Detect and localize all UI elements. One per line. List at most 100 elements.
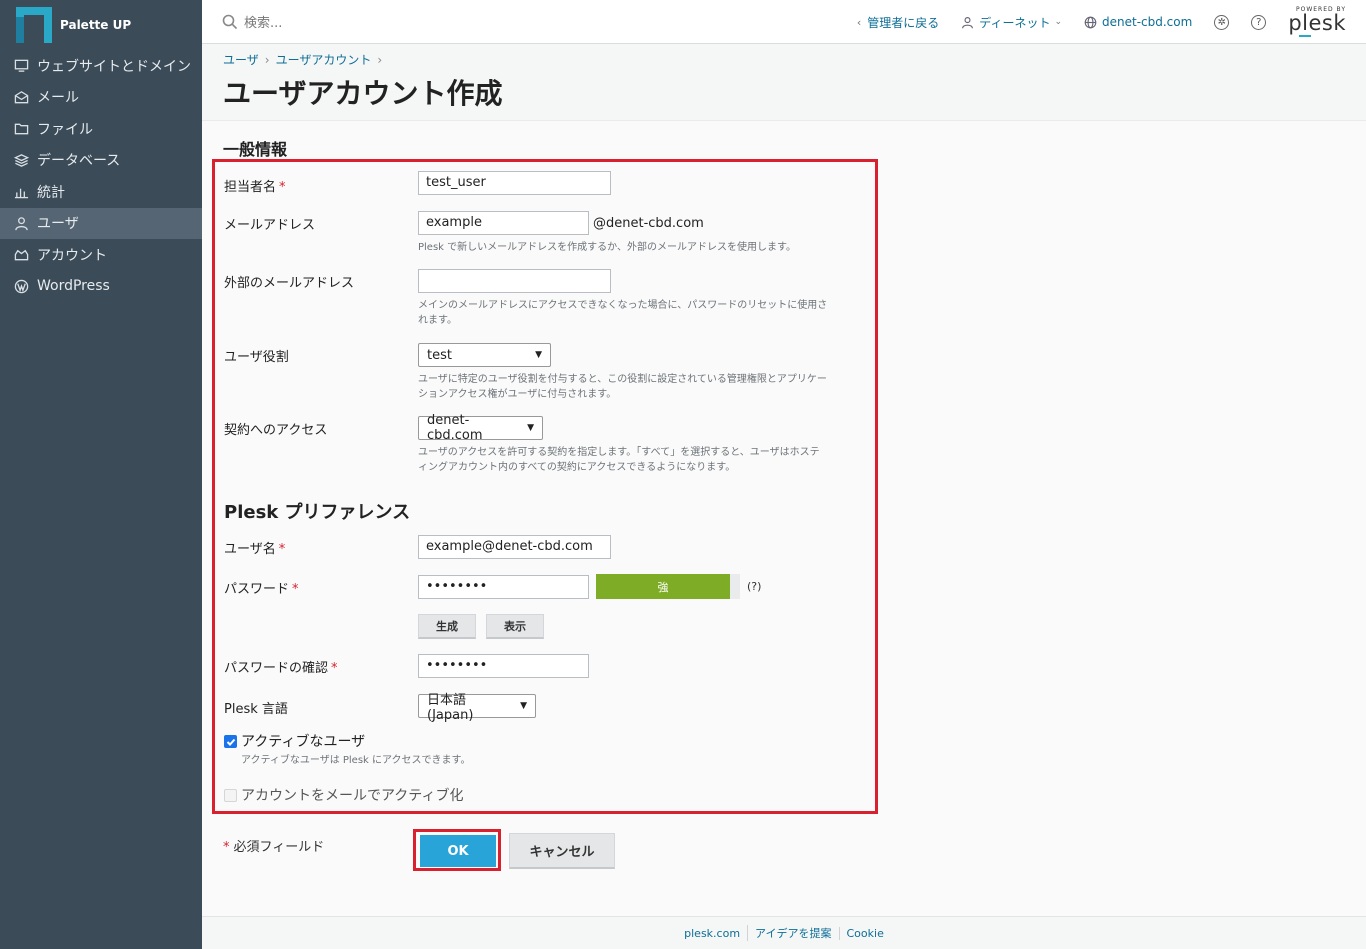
password-confirm-input[interactable]: ••••••••: [418, 654, 589, 678]
sidebar-item-statistics[interactable]: 統計: [0, 176, 202, 208]
user-role-label: ユーザ役割: [224, 350, 289, 365]
extensions-button[interactable]: ✲: [1214, 14, 1230, 30]
sidebar-item-label: WordPress: [37, 278, 110, 295]
stats-icon: [13, 184, 29, 200]
generate-password-button[interactable]: 生成: [418, 614, 476, 639]
sidebar-item-wordpress[interactable]: WordPress: [0, 271, 202, 303]
sidebar-item-label: ファイル: [37, 121, 93, 138]
active-user-label[interactable]: アクティブなユーザ: [241, 731, 365, 751]
external-email-hint: メインのメールアドレスにアクセスできなくなった場合に、パスワードのリセットに使用…: [418, 300, 828, 326]
back-to-admin-label: 管理者に戻る: [867, 15, 940, 30]
search-input[interactable]: 検索...: [244, 12, 282, 31]
user-role-select[interactable]: test ▼: [418, 343, 551, 367]
password-confirm-label: パスワードの確認 *: [224, 661, 338, 676]
highlight-frame: [212, 159, 878, 814]
plesk-logo: POWERED BY plesk: [1288, 7, 1346, 37]
subscription-access-label: 契約へのアクセス: [224, 423, 328, 438]
puzzle-icon: ✲: [1214, 14, 1230, 30]
username-label: ユーザ名 *: [224, 542, 286, 557]
plesk-wordmark: plesk: [1288, 11, 1346, 35]
sidebar-item-account[interactable]: アカウント: [0, 239, 202, 271]
check-icon: [226, 738, 235, 746]
email-hint: Plesk で新しいメールアドレスを作成するか、外部のメールアドレスを使用します…: [418, 242, 796, 253]
search-icon: [222, 14, 238, 29]
external-email-label: 外部のメールアドレス: [224, 276, 355, 291]
brand-logo[interactable]: Palette UP: [16, 7, 131, 43]
contact-name-input[interactable]: test_user: [418, 171, 611, 195]
active-user-checkbox[interactable]: [224, 735, 237, 748]
domain-link[interactable]: denet-cbd.com: [1084, 15, 1192, 29]
help-button[interactable]: ?: [1251, 14, 1267, 30]
language-select[interactable]: 日本語 (Japan) ▼: [418, 693, 536, 723]
sidebar-item-label: データベース: [37, 153, 121, 170]
show-password-button[interactable]: 表示: [486, 614, 544, 639]
subscription-access-hint: ユーザのアクセスを許可する契約を指定します。「すべて」を選択すると、ユーザはホス…: [418, 447, 820, 473]
password-input[interactable]: ••••••••: [418, 575, 589, 599]
footer-link-cookie[interactable]: Cookie: [838, 926, 891, 940]
globe-icon: [1084, 16, 1097, 28]
page-title: ユーザアカウント作成: [223, 77, 503, 110]
sidebar-nav: ウェブサイトとドメイン メール ファイル データベース 統計 ユーザ アカウント: [0, 50, 202, 302]
external-email-input[interactable]: [418, 269, 611, 293]
top-bar: 検索... ‹ 管理者に戻る ディーネット ⌄ denet-cbd.com ✲ …: [202, 0, 1366, 44]
sidebar-item-label: 統計: [37, 184, 65, 201]
password-strength-meter: 強: [596, 574, 730, 599]
sidebar-item-label: ユーザ: [37, 216, 79, 233]
cancel-button[interactable]: キャンセル: [509, 833, 615, 869]
activate-by-mail-label[interactable]: アカウントをメールでアクティブ化: [241, 785, 463, 805]
subscription-access-select[interactable]: denet-cbd.com ▼: [418, 413, 543, 443]
page-header: ユーザ › ユーザアカウント › ユーザアカウント作成: [202, 44, 1366, 121]
chevron-right-icon: ›: [264, 52, 270, 67]
sidebar-item-files[interactable]: ファイル: [0, 113, 202, 145]
sidebar-item-label: ウェブサイトとドメイン: [37, 58, 191, 75]
user-icon: [962, 16, 974, 28]
section-general-title: 一般情報: [223, 140, 288, 159]
user-role-hint: ユーザに特定のユーザ役割を付与すると、この役割に設定されている管理権限とアプリケ…: [418, 374, 827, 400]
account-icon: [13, 247, 29, 263]
sidebar-item-label: メール: [37, 90, 79, 107]
sidebar: Palette UP ウェブサイトとドメイン メール ファイル データベース 統…: [0, 0, 202, 949]
sidebar-item-users[interactable]: ユーザ: [0, 207, 202, 239]
database-icon: [13, 152, 29, 168]
chevron-left-icon: ‹: [856, 15, 862, 29]
email-input[interactable]: example: [418, 211, 589, 235]
password-label: パスワード *: [224, 582, 299, 597]
email-domain-suffix: @denet-cbd.com: [593, 216, 704, 231]
required-fields-note: * 必須フィールド: [223, 840, 325, 855]
page-footer: plesk.com アイデアを提案 Cookie: [202, 916, 1366, 949]
chevron-right-icon: ›: [377, 52, 383, 67]
sidebar-item-mail[interactable]: メール: [0, 82, 202, 114]
breadcrumb-users[interactable]: ユーザ: [223, 51, 259, 68]
user-menu[interactable]: ディーネット ⌄: [961, 14, 1062, 31]
main-content: 一般情報 担当者名 * test_user メールアドレス example @de…: [202, 121, 1366, 916]
help-icon: ?: [1251, 14, 1267, 30]
top-right-menu: ‹ 管理者に戻る ディーネット ⌄ denet-cbd.com ✲ ? POWE…: [835, 0, 1346, 44]
footer-link-plesk[interactable]: plesk.com: [677, 927, 747, 940]
domain-label: denet-cbd.com: [1102, 15, 1193, 29]
sidebar-item-label: アカウント: [37, 247, 107, 264]
wordpress-icon: [13, 278, 29, 294]
activate-by-mail-checkbox[interactable]: [224, 789, 237, 802]
contact-name-label: 担当者名 *: [224, 180, 286, 195]
language-label: Plesk 言語: [224, 702, 288, 717]
password-help-link[interactable]: (?): [747, 580, 761, 593]
email-label: メールアドレス: [224, 218, 316, 233]
back-to-admin-link[interactable]: ‹ 管理者に戻る: [857, 14, 939, 31]
brand-name: Palette UP: [60, 18, 132, 32]
sidebar-item-websites[interactable]: ウェブサイトとドメイン: [0, 50, 202, 82]
monitor-icon: [13, 58, 29, 74]
active-user-hint: アクティブなユーザは Plesk にアクセスできます。: [241, 755, 471, 766]
breadcrumb-user-accounts[interactable]: ユーザアカウント: [276, 51, 372, 68]
mail-icon: [13, 89, 29, 105]
chevron-down-icon: ▼: [535, 350, 542, 360]
chevron-down-icon: ⌄: [1054, 17, 1062, 27]
user-menu-label: ディーネット: [979, 15, 1051, 30]
search-box[interactable]: 検索...: [222, 12, 282, 31]
ok-button[interactable]: OK: [420, 835, 496, 867]
chevron-down-icon: ▼: [527, 423, 534, 433]
username-input[interactable]: example@denet-cbd.com: [418, 535, 611, 559]
section-plesk-preferences-title: Plesk プリファレンス: [224, 502, 411, 523]
user-icon: [13, 215, 29, 231]
sidebar-item-databases[interactable]: データベース: [0, 145, 202, 177]
footer-link-ideas[interactable]: アイデアを提案: [747, 925, 838, 941]
